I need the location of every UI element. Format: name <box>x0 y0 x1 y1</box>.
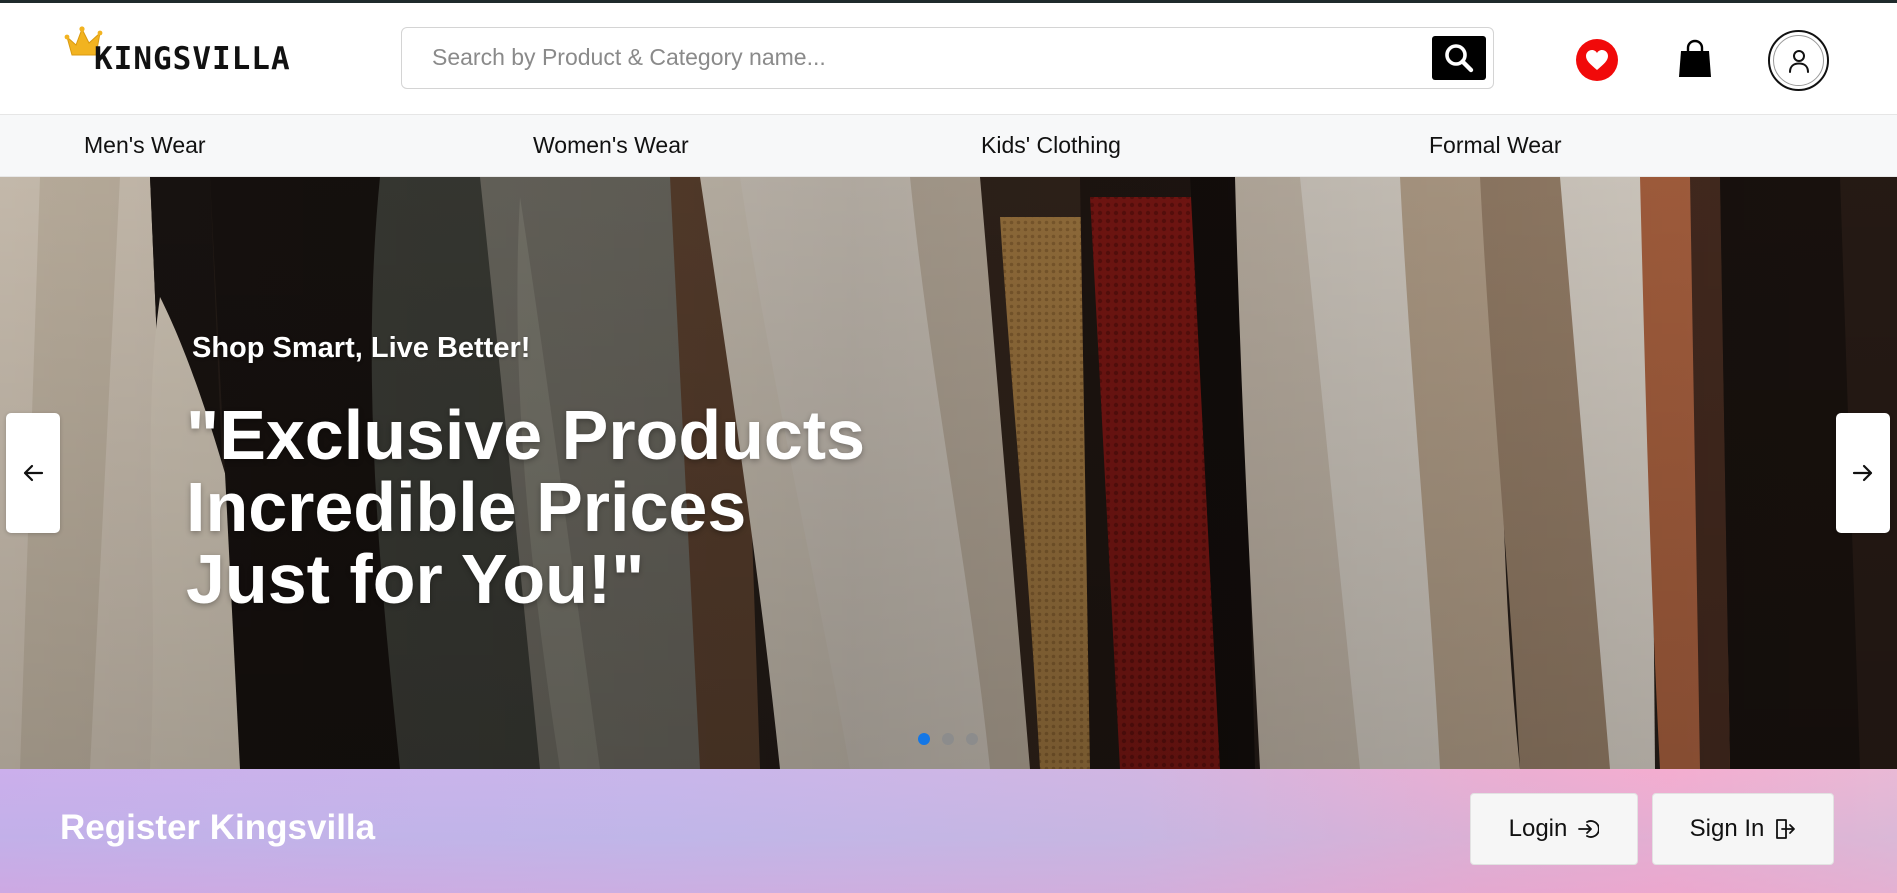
user-icon <box>1788 49 1809 73</box>
carousel-dot[interactable] <box>918 733 930 745</box>
arrow-left-icon <box>23 464 44 482</box>
category-nav: Men's Wear Women's Wear Kids' Clothing F… <box>0 115 1897 177</box>
hero-carousel: Shop Smart, Live Better! "Exclusive Prod… <box>0 177 1897 769</box>
nav-item-formal-wear[interactable]: Formal Wear <box>1429 132 1562 159</box>
shopping-bag-icon <box>1679 39 1711 77</box>
login-icon <box>1578 820 1600 838</box>
wishlist-button[interactable] <box>1576 39 1618 81</box>
carousel-indicators <box>918 733 978 745</box>
nav-item-kids-clothing[interactable]: Kids' Clothing <box>981 132 1121 159</box>
hero-title-line: Incredible Prices <box>186 468 747 546</box>
login-label: Login <box>1508 815 1568 842</box>
sign-in-label: Sign In <box>1689 815 1765 842</box>
carousel-next-button[interactable] <box>1836 413 1890 533</box>
search-bar <box>401 27 1494 89</box>
site-header: KINGSVILLA <box>0 3 1897 115</box>
sign-in-icon <box>1776 819 1796 839</box>
carousel-dot[interactable] <box>942 733 954 745</box>
carousel-dot[interactable] <box>966 733 978 745</box>
sign-in-button[interactable]: Sign In <box>1652 793 1834 865</box>
profile-button[interactable] <box>1768 30 1829 91</box>
cart-button[interactable] <box>1678 39 1712 79</box>
logo-text: KINGSVILLA <box>94 41 291 77</box>
search-input[interactable] <box>402 28 1412 87</box>
register-banner: Register Kingsvilla Login Sign In <box>0 769 1897 893</box>
hero-title: "Exclusive Products Incredible Prices Ju… <box>186 399 946 615</box>
nav-item-womens-wear[interactable]: Women's Wear <box>533 132 689 159</box>
hero-title-line: "Exclusive Products <box>186 396 866 474</box>
arrow-right-icon <box>1852 464 1873 482</box>
register-title: Register Kingsvilla <box>60 808 376 847</box>
search-icon <box>1445 44 1474 73</box>
carousel-prev-button[interactable] <box>6 413 60 533</box>
login-button[interactable]: Login <box>1470 793 1638 865</box>
hero-subtitle: Shop Smart, Live Better! <box>192 332 531 364</box>
search-button[interactable] <box>1432 36 1486 80</box>
logo[interactable]: KINGSVILLA <box>64 25 304 85</box>
nav-item-mens-wear[interactable]: Men's Wear <box>84 132 206 159</box>
hero-title-line: Just for You!" <box>186 540 645 618</box>
heart-icon <box>1586 50 1608 70</box>
